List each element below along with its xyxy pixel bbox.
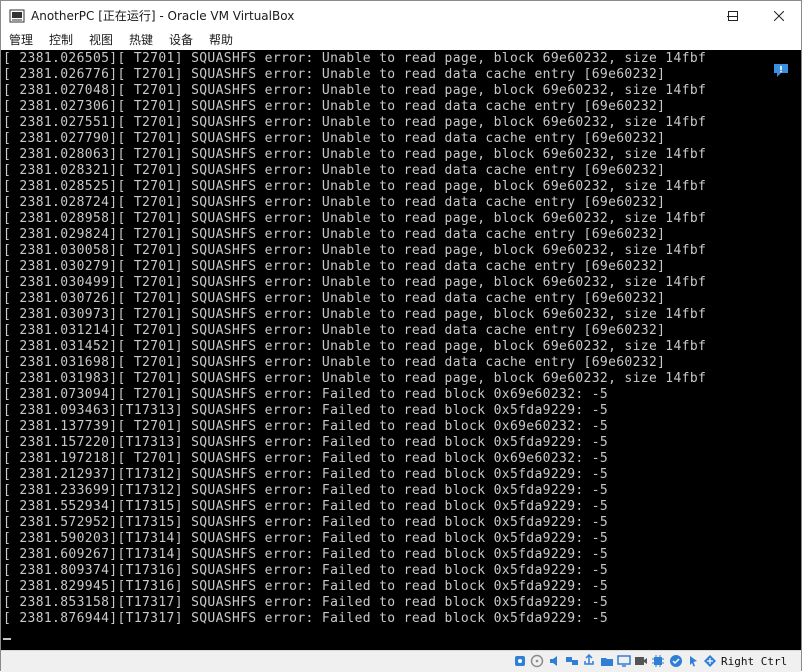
audio-icon[interactable] xyxy=(548,654,562,668)
console-line: [ 2381.028525][ T2701] SQUASHFS error: U… xyxy=(3,179,707,194)
console-line: [ 2381.027306][ T2701] SQUASHFS error: U… xyxy=(3,99,666,114)
console-line: [ 2381.876944][T17317] SQUASHFS error: F… xyxy=(3,611,609,626)
console-line: [ 2381.030058][ T2701] SQUASHFS error: U… xyxy=(3,243,707,258)
window-title: AnotherPC [正在运行] - Oracle VM VirtualBox xyxy=(31,9,295,23)
console-line: [ 2381.137739][ T2701] SQUASHFS error: F… xyxy=(3,419,609,434)
close-icon xyxy=(773,11,784,21)
vm-console-screen[interactable]: [ 2381.026505][ T2701] SQUASHFS error: U… xyxy=(1,50,801,650)
shared-folders-icon[interactable] xyxy=(600,654,614,668)
console-line: [ 2381.027551][ T2701] SQUASHFS error: U… xyxy=(3,115,707,130)
menu-item-hotkeys[interactable]: 热键 xyxy=(129,31,153,50)
console-line: [ 2381.590203][T17314] SQUASHFS error: F… xyxy=(3,531,609,546)
display-icon[interactable] xyxy=(617,654,631,668)
cpu-icon[interactable] xyxy=(651,654,665,668)
menu-item-view[interactable]: 视图 xyxy=(89,31,113,50)
console-line: [ 2381.157220][T17313] SQUASHFS error: F… xyxy=(3,435,609,450)
status-bar: Right Ctrl xyxy=(1,650,801,672)
hard-disk-icon[interactable] xyxy=(513,654,527,668)
keyboard-capture-icon[interactable] xyxy=(703,654,717,668)
console-line: [ 2381.572952][T17315] SQUASHFS error: F… xyxy=(3,515,609,530)
menu-item-manage[interactable]: 管理 xyxy=(9,31,33,50)
mouse-integration-icon[interactable] xyxy=(686,654,700,668)
console-line: [ 2381.853158][T17317] SQUASHFS error: F… xyxy=(3,595,609,610)
usb-icon[interactable] xyxy=(582,654,596,668)
console-line: [ 2381.829945][T17316] SQUASHFS error: F… xyxy=(3,579,609,594)
console-line: [ 2381.030499][ T2701] SQUASHFS error: U… xyxy=(3,275,707,290)
console-line: [ 2381.028958][ T2701] SQUASHFS error: U… xyxy=(3,211,707,226)
console-line: [ 2381.030726][ T2701] SQUASHFS error: U… xyxy=(3,291,666,306)
maximize-icon xyxy=(728,11,738,21)
console-line: [ 2381.026776][ T2701] SQUASHFS error: U… xyxy=(3,67,666,82)
title-bar[interactable]: AnotherPC [正在运行] - Oracle VM VirtualBox xyxy=(1,1,801,31)
menu-item-control[interactable]: 控制 xyxy=(49,31,73,50)
console-line: [ 2381.028063][ T2701] SQUASHFS error: U… xyxy=(3,147,707,162)
console-line: [ 2381.028724][ T2701] SQUASHFS error: U… xyxy=(3,195,666,210)
console-line: [ 2381.031698][ T2701] SQUASHFS error: U… xyxy=(3,355,666,370)
maximize-button[interactable] xyxy=(710,1,756,31)
console-line: [ 2381.212937][T17312] SQUASHFS error: F… xyxy=(3,467,609,482)
video-capture-icon[interactable] xyxy=(634,654,648,668)
console-cursor xyxy=(3,638,11,640)
menu-item-help[interactable]: 帮助 xyxy=(209,31,233,50)
close-button[interactable] xyxy=(756,1,801,31)
console-line: [ 2381.028321][ T2701] SQUASHFS error: U… xyxy=(3,163,666,178)
console-line: [ 2381.031452][ T2701] SQUASHFS error: U… xyxy=(3,339,707,354)
virtualbox-window: AnotherPC [正在运行] - Oracle VM VirtualBox … xyxy=(0,0,802,672)
console-line: [ 2381.073094][ T2701] SQUASHFS error: F… xyxy=(3,387,609,402)
menu-bar: 管理 控制 视图 热键 设备 帮助 xyxy=(1,31,801,50)
console-line: [ 2381.029824][ T2701] SQUASHFS error: U… xyxy=(3,227,666,242)
console-line: [ 2381.809374][T17316] SQUASHFS error: F… xyxy=(3,563,609,578)
host-key-label[interactable]: Right Ctrl xyxy=(721,651,787,672)
console-line: [ 2381.031214][ T2701] SQUASHFS error: U… xyxy=(3,323,666,338)
network-icon[interactable] xyxy=(565,654,579,668)
virtualization-icon[interactable] xyxy=(669,654,683,668)
console-line: [ 2381.030279][ T2701] SQUASHFS error: U… xyxy=(3,259,666,274)
menu-item-devices[interactable]: 设备 xyxy=(169,31,193,50)
console-line: [ 2381.093463][T17313] SQUASHFS error: F… xyxy=(3,403,609,418)
console-line: [ 2381.027790][ T2701] SQUASHFS error: U… xyxy=(3,131,666,146)
virtualbox-app-icon xyxy=(9,9,25,23)
notification-icon[interactable] xyxy=(773,63,789,78)
console-line: [ 2381.031983][ T2701] SQUASHFS error: U… xyxy=(3,371,707,386)
console-line: [ 2381.027048][ T2701] SQUASHFS error: U… xyxy=(3,83,707,98)
console-line: [ 2381.233699][T17312] SQUASHFS error: F… xyxy=(3,483,609,498)
console-line: [ 2381.609267][T17314] SQUASHFS error: F… xyxy=(3,547,609,562)
console-line: [ 2381.197218][ T2701] SQUASHFS error: F… xyxy=(3,451,609,466)
console-line: [ 2381.026505][ T2701] SQUASHFS error: U… xyxy=(3,51,707,66)
console-line: [ 2381.552934][T17315] SQUASHFS error: F… xyxy=(3,499,609,514)
console-line: [ 2381.030973][ T2701] SQUASHFS error: U… xyxy=(3,307,707,322)
optical-drive-icon[interactable] xyxy=(530,654,544,668)
